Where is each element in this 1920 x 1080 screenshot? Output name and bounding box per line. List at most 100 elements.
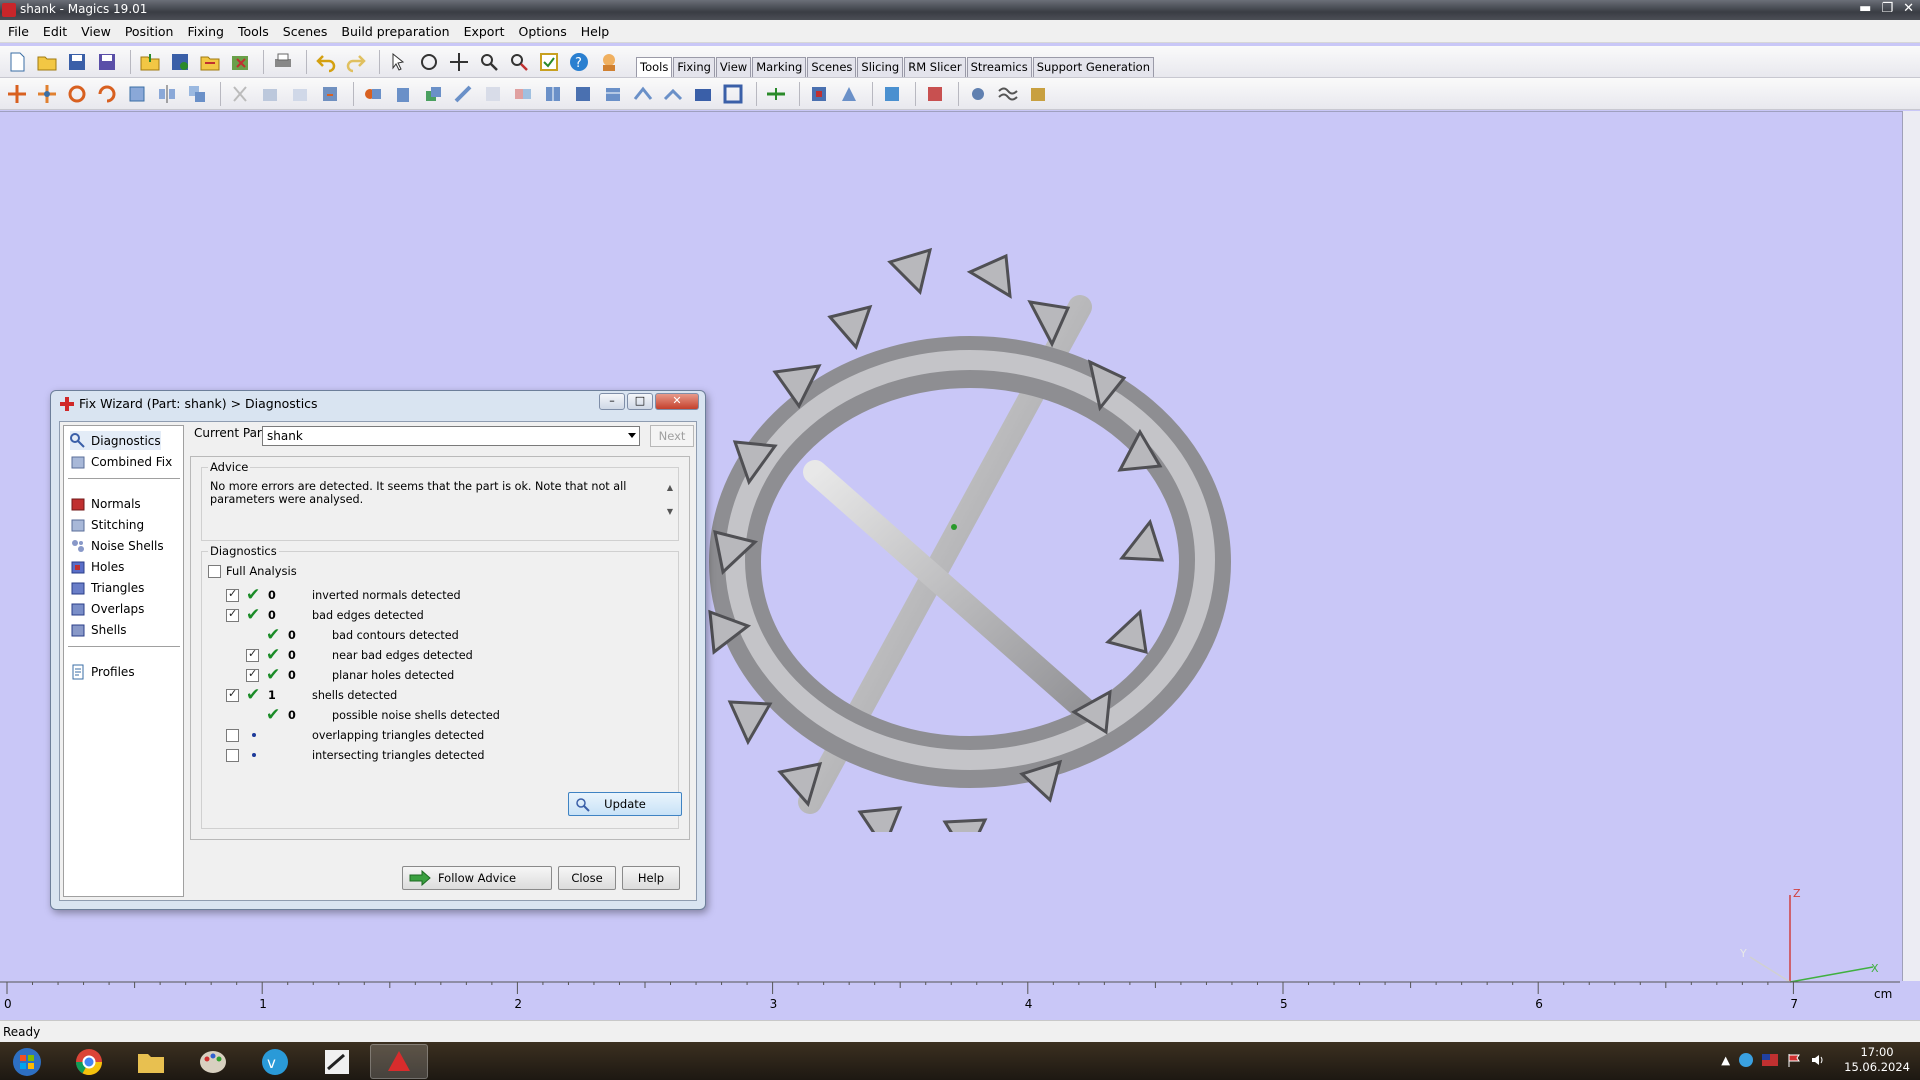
network-globe-icon[interactable] — [1738, 1052, 1754, 1068]
box-part-icon[interactable] — [690, 81, 716, 107]
wave-tool-icon[interactable] — [995, 81, 1021, 107]
close-button[interactable]: Close — [558, 866, 616, 890]
menu-build-preparation[interactable]: Build preparation — [341, 24, 449, 39]
nav-item-normals[interactable]: Normals — [70, 494, 141, 513]
taskbar-chrome[interactable] — [60, 1044, 118, 1079]
next-button[interactable]: Next — [650, 425, 694, 447]
surface-icon[interactable] — [660, 81, 686, 107]
save-as-icon[interactable] — [94, 49, 120, 75]
nav-item-stitching[interactable]: Stitching — [70, 515, 144, 534]
split-icon[interactable] — [540, 81, 566, 107]
nav-item-overlaps[interactable]: Overlaps — [70, 599, 144, 618]
volume-icon[interactable] — [1810, 1052, 1826, 1068]
minimize-button[interactable]: ▬ — [1859, 0, 1871, 18]
clock[interactable]: 17:00 15.06.2024 — [1844, 1045, 1910, 1075]
smooth-icon[interactable] — [480, 81, 506, 107]
update-button[interactable]: Update — [568, 792, 682, 816]
maximize-button[interactable]: ❐ — [1881, 0, 1893, 18]
nav-item-shells[interactable]: Shells — [70, 620, 127, 639]
tab-slicing[interactable]: Slicing — [857, 57, 904, 77]
offset-icon[interactable] — [420, 81, 446, 107]
menu-scenes[interactable]: Scenes — [283, 24, 328, 39]
undo-icon[interactable] — [313, 49, 339, 75]
measure-distance-icon[interactable] — [763, 81, 789, 107]
full-analysis-checkbox[interactable] — [208, 564, 221, 578]
nav-item-diagnostics[interactable]: Diagnostics — [70, 431, 161, 450]
translate-to-default-icon[interactable] — [34, 81, 60, 107]
zoom-icon[interactable] — [476, 49, 502, 75]
menu-options[interactable]: Options — [519, 24, 567, 39]
scale-icon[interactable] — [124, 81, 150, 107]
open-folder-icon[interactable] — [34, 49, 60, 75]
diagnostic-checkbox[interactable] — [226, 687, 239, 702]
taskbar-cad[interactable] — [308, 1044, 366, 1079]
dialog-minimize-button[interactable]: – — [599, 393, 625, 410]
ring-model[interactable] — [680, 232, 1240, 832]
dialog-maximize-button[interactable]: □ — [627, 393, 653, 410]
menu-help[interactable]: Help — [581, 24, 610, 39]
taskbar-magics[interactable] — [370, 1044, 428, 1079]
new-file-icon[interactable] — [4, 49, 30, 75]
taskbar-paint[interactable] — [184, 1044, 242, 1079]
unload-part-icon[interactable] — [227, 49, 253, 75]
follow-advice-button[interactable]: Follow Advice — [402, 866, 552, 890]
menu-export[interactable]: Export — [464, 24, 505, 39]
tab-tools[interactable]: Tools — [636, 57, 673, 77]
advice-scrollbar[interactable]: ▲ ▼ — [664, 482, 676, 526]
cut-punch-icon[interactable] — [257, 81, 283, 107]
mirror-icon[interactable] — [154, 81, 180, 107]
menu-tools[interactable]: Tools — [238, 24, 269, 39]
diagnostic-checkbox[interactable] — [226, 607, 239, 622]
context-help-icon[interactable] — [596, 49, 622, 75]
tab-support-generation[interactable]: Support Generation — [1032, 57, 1154, 77]
slice-part-icon[interactable] — [570, 81, 596, 107]
tab-scenes[interactable]: Scenes — [807, 57, 857, 77]
taskbar-explorer[interactable] — [122, 1044, 180, 1079]
help-button[interactable]: Help — [622, 866, 680, 890]
dialog-title-bar[interactable]: Fix Wizard (Part: shank) > Diagnostics –… — [51, 391, 705, 417]
import-part-icon[interactable] — [137, 49, 163, 75]
zoom-window-icon[interactable] — [506, 49, 532, 75]
nav-item-combined-fix[interactable]: Combined Fix — [70, 452, 172, 471]
boolean-icon[interactable] — [360, 81, 386, 107]
start-button[interactable] — [4, 1044, 50, 1079]
translate-icon[interactable] — [4, 81, 30, 107]
print-icon[interactable] — [270, 49, 296, 75]
merge-icon[interactable] — [510, 81, 536, 107]
cut-icon[interactable] — [227, 81, 253, 107]
package-icon[interactable] — [1025, 81, 1051, 107]
close-window-button[interactable]: ✕ — [1903, 0, 1914, 18]
rotate-free-icon[interactable] — [94, 81, 120, 107]
diagnostic-checkbox[interactable] — [246, 667, 259, 682]
hand-tool-icon[interactable] — [317, 81, 343, 107]
action-center-flag-icon[interactable] — [1786, 1052, 1802, 1068]
section-icon[interactable] — [600, 81, 626, 107]
menu-fixing[interactable]: Fixing — [187, 24, 223, 39]
tab-rm-slicer[interactable]: RM Slicer — [904, 57, 966, 77]
duplicate-icon[interactable] — [184, 81, 210, 107]
tray-expand-icon[interactable]: ▲ — [1721, 1053, 1730, 1067]
save-icon[interactable] — [64, 49, 90, 75]
export-part-icon[interactable] — [197, 49, 223, 75]
side-panel-collapsed[interactable] — [1902, 111, 1920, 981]
extrude-icon[interactable] — [390, 81, 416, 107]
settings-gears-icon[interactable] — [965, 81, 991, 107]
diagnostic-checkbox[interactable] — [226, 749, 239, 762]
save-part-icon[interactable] — [167, 49, 193, 75]
menu-edit[interactable]: Edit — [43, 24, 67, 39]
tab-view[interactable]: View — [715, 57, 752, 77]
frame-icon[interactable] — [720, 81, 746, 107]
diagnostic-checkbox[interactable] — [226, 729, 239, 742]
current-part-dropdown[interactable]: shank — [262, 426, 640, 446]
nav-item-holes[interactable]: Holes — [70, 557, 124, 576]
menu-position[interactable]: Position — [125, 24, 174, 39]
part-fixing-icon[interactable] — [922, 81, 948, 107]
rotate-part-icon[interactable] — [64, 81, 90, 107]
language-flag-icon[interactable] — [1762, 1052, 1779, 1068]
mark-shell-icon[interactable] — [836, 81, 862, 107]
nav-item-triangles[interactable]: Triangles — [70, 578, 144, 597]
dialog-close-button[interactable]: ✕ — [655, 393, 699, 410]
redo-icon[interactable] — [343, 49, 369, 75]
menu-file[interactable]: File — [8, 24, 29, 39]
mark-triangles-icon[interactable] — [806, 81, 832, 107]
